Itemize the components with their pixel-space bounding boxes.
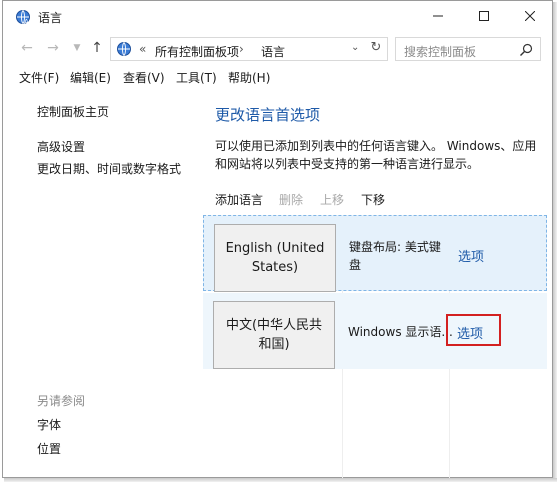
search-input[interactable]: 搜索控制面板 bbox=[404, 43, 476, 60]
language-info: Windows 显示语... bbox=[348, 325, 453, 339]
page-description: 可以使用已添加到列表中的任何语言键入。 Windows、应用和网站将以列表中受支… bbox=[215, 139, 537, 171]
language-list: English (United States) 键盘布局: 美式键盘 选项 中文… bbox=[203, 215, 547, 479]
page-title: 更改语言首选项 bbox=[215, 106, 321, 124]
sidebar-link-location[interactable]: 位置 bbox=[37, 440, 61, 457]
breadcrumb-overflow[interactable]: « bbox=[139, 42, 146, 56]
see-also-heading: 另请参阅 bbox=[37, 394, 86, 408]
sidebar-link-home[interactable]: 控制面板主页 bbox=[37, 103, 109, 120]
minimize-button[interactable] bbox=[415, 1, 461, 31]
title-bar[interactable]: A 语言 bbox=[3, 1, 552, 31]
language-tile[interactable]: 中文(中华人民共和国) bbox=[213, 301, 335, 369]
remove-button[interactable]: 删除 bbox=[279, 191, 303, 208]
menu-tools[interactable]: 工具(T) bbox=[176, 69, 217, 86]
breadcrumb-language[interactable]: 语言 bbox=[261, 43, 285, 60]
maximize-button[interactable] bbox=[461, 1, 507, 31]
svg-text:A: A bbox=[24, 18, 29, 25]
forward-button[interactable]: → bbox=[43, 38, 63, 58]
close-button[interactable] bbox=[507, 1, 553, 31]
add-language-button[interactable]: 添加语言 bbox=[215, 191, 263, 208]
annotation-highlight-box bbox=[446, 314, 501, 346]
breadcrumb-arrow-icon[interactable]: › bbox=[239, 42, 244, 56]
language-globe-icon: A bbox=[16, 10, 30, 25]
language-row-english[interactable]: English (United States) 键盘布局: 美式键盘 选项 bbox=[203, 215, 547, 292]
address-bar[interactable]: « 所有控制面板项 › 语言 ⌄ ↻ bbox=[110, 37, 388, 61]
search-box[interactable]: 搜索控制面板 bbox=[395, 37, 541, 61]
sidebar-link-fonts[interactable]: 字体 bbox=[37, 416, 61, 433]
maximize-icon bbox=[479, 11, 489, 21]
back-button[interactable]: ← bbox=[17, 38, 37, 58]
window-shadow bbox=[553, 2, 557, 480]
menu-file[interactable]: 文件(F) bbox=[19, 69, 59, 86]
arrow-left-icon: ← bbox=[21, 40, 33, 56]
menu-edit[interactable]: 编辑(E) bbox=[70, 69, 111, 86]
move-down-button[interactable]: 下移 bbox=[361, 191, 385, 208]
language-tile[interactable]: English (United States) bbox=[214, 224, 336, 292]
window-shadow bbox=[4, 478, 557, 482]
chevron-down-icon: ▼ bbox=[73, 43, 81, 53]
breadcrumb-all-items[interactable]: 所有控制面板项 bbox=[155, 43, 239, 60]
move-up-button[interactable]: 上移 bbox=[320, 191, 344, 208]
up-button[interactable]: ↑ bbox=[87, 38, 107, 58]
recent-locations-button[interactable]: ▼ bbox=[67, 38, 87, 58]
language-info: 键盘布局: 美式键盘 bbox=[349, 240, 441, 272]
navigation-bar: ← → ▼ ↑ « 所有控制面板项 › 语言 ⌄ ↻ 搜索控制面板 bbox=[3, 35, 552, 61]
window-title: 语言 bbox=[38, 11, 63, 25]
arrow-right-icon: → bbox=[47, 40, 59, 56]
arrow-up-icon: ↑ bbox=[91, 40, 103, 56]
minimize-icon bbox=[433, 15, 443, 17]
sidebar-link-advanced[interactable]: 高级设置 bbox=[37, 138, 85, 155]
search-icon[interactable] bbox=[518, 42, 534, 58]
sidebar-link-datetime[interactable]: 更改日期、时间或数字格式 bbox=[37, 160, 181, 177]
refresh-icon[interactable]: ↻ bbox=[367, 40, 385, 58]
close-icon bbox=[525, 11, 535, 21]
control-panel-window: A 语言 ← → ▼ ↑ « 所有控制面板项 › 语言 ⌄ ↻ 搜索控制面板 文… bbox=[2, 0, 553, 479]
menu-bar: 文件(F) 编辑(E) 查看(V) 工具(T) 帮助(H) bbox=[3, 69, 552, 87]
menu-help[interactable]: 帮助(H) bbox=[228, 69, 270, 86]
options-link[interactable]: 选项 bbox=[458, 246, 484, 265]
address-dropdown-icon[interactable]: ⌄ bbox=[351, 42, 359, 53]
language-toolbar: 添加语言 删除 上移 下移 bbox=[203, 184, 547, 214]
control-panel-icon bbox=[117, 42, 131, 56]
menu-view[interactable]: 查看(V) bbox=[123, 69, 165, 86]
